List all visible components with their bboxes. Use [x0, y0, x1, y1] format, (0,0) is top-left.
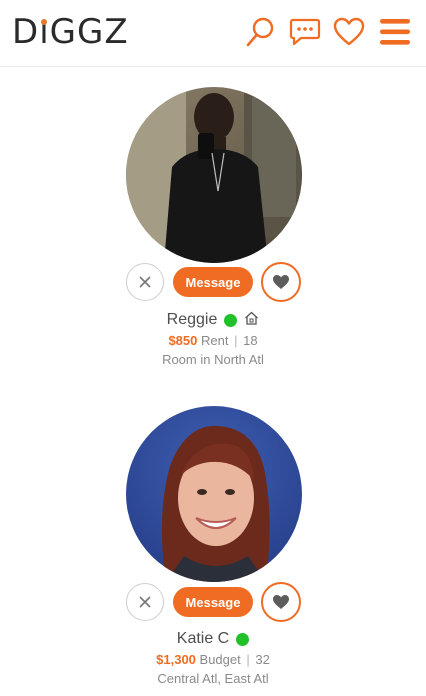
- separator: |: [234, 333, 238, 348]
- heart-icon: [273, 275, 289, 289]
- age: 18: [243, 333, 258, 348]
- profile-actions: Message: [0, 262, 426, 303]
- location-text: Central Atl, East Atl: [157, 671, 269, 686]
- age: 32: [255, 652, 270, 667]
- dismiss-button[interactable]: [126, 583, 164, 621]
- dismiss-button[interactable]: [126, 263, 164, 301]
- price-row: $850 Rent | 18: [0, 333, 426, 348]
- profile-photo-reggie[interactable]: [126, 87, 302, 263]
- price-type: Rent: [200, 333, 229, 348]
- profile-photo-katie[interactable]: [126, 406, 302, 582]
- profile-name-row: Katie C: [0, 628, 426, 650]
- separator: |: [246, 652, 250, 667]
- close-icon: [139, 596, 151, 608]
- online-status-dot: [236, 632, 250, 646]
- heart-icon: [273, 595, 289, 609]
- favorite-button[interactable]: [261, 262, 301, 302]
- chat-icon[interactable]: [289, 16, 321, 53]
- search-icon[interactable]: [245, 16, 275, 53]
- online-status-dot: [224, 313, 238, 327]
- message-button[interactable]: Message: [173, 267, 253, 297]
- profile-name: Reggie: [166, 311, 218, 328]
- price-value: $850: [168, 333, 198, 348]
- menu-icon[interactable]: [379, 18, 411, 51]
- message-button[interactable]: Message: [173, 587, 253, 617]
- close-icon: [139, 276, 151, 288]
- location-text: Room in North Atl: [162, 352, 264, 367]
- profile-name: Katie C: [176, 630, 230, 647]
- profile-name-row: Reggie: [0, 309, 426, 331]
- diggz-logo[interactable]: Dı GGZ: [12, 12, 129, 52]
- price-value: $1,300: [156, 652, 196, 667]
- profile-actions: Message: [0, 582, 426, 623]
- favorite-button[interactable]: [261, 582, 301, 622]
- home-icon: [244, 311, 259, 330]
- price-type: Budget: [199, 652, 241, 667]
- heart-icon[interactable]: [333, 16, 365, 53]
- price-row: $1,300 Budget | 32: [0, 652, 426, 667]
- app-header: Dı GGZ: [0, 0, 426, 67]
